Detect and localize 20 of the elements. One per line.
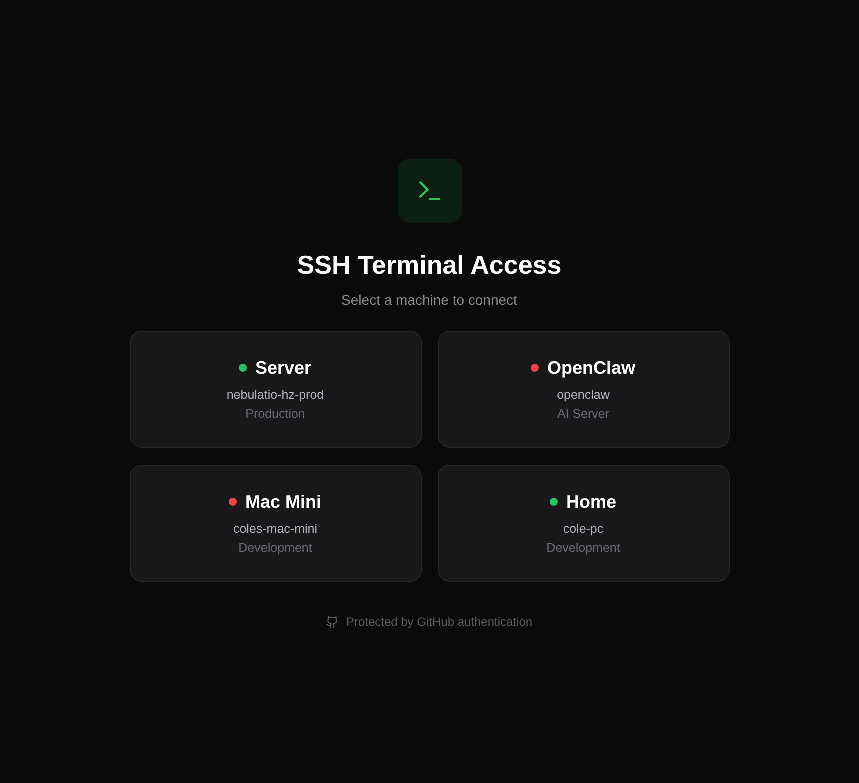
machine-host: cole-pc [563, 521, 604, 537]
footer-text: Protected by GitHub authentication [346, 615, 533, 629]
machine-name: Home [566, 491, 616, 513]
machine-host: nebulatio-hz-prod [226, 387, 324, 403]
machine-role: Development [238, 540, 312, 556]
page-title: SSH Terminal Access [297, 249, 562, 281]
page-subtitle: Select a machine to connect [342, 291, 518, 309]
machine-card[interactable]: Mac Mini coles-mac-mini Development [130, 465, 422, 582]
machine-name: Mac Mini [245, 491, 322, 513]
machine-card[interactable]: Server nebulatio-hz-prod Production [130, 331, 422, 448]
machine-card[interactable]: Home cole-pc Development [438, 465, 730, 582]
machine-name: OpenClaw [547, 357, 636, 379]
machine-host: coles-mac-mini [233, 521, 318, 537]
machine-role: Development [546, 540, 620, 556]
machine-host: openclaw [557, 387, 610, 403]
machine-card[interactable]: OpenClaw openclaw AI Server [438, 331, 730, 448]
machine-role: Production [246, 406, 306, 422]
github-icon [326, 616, 340, 628]
machine-role: AI Server [557, 406, 610, 422]
machine-name: Server [255, 357, 312, 379]
